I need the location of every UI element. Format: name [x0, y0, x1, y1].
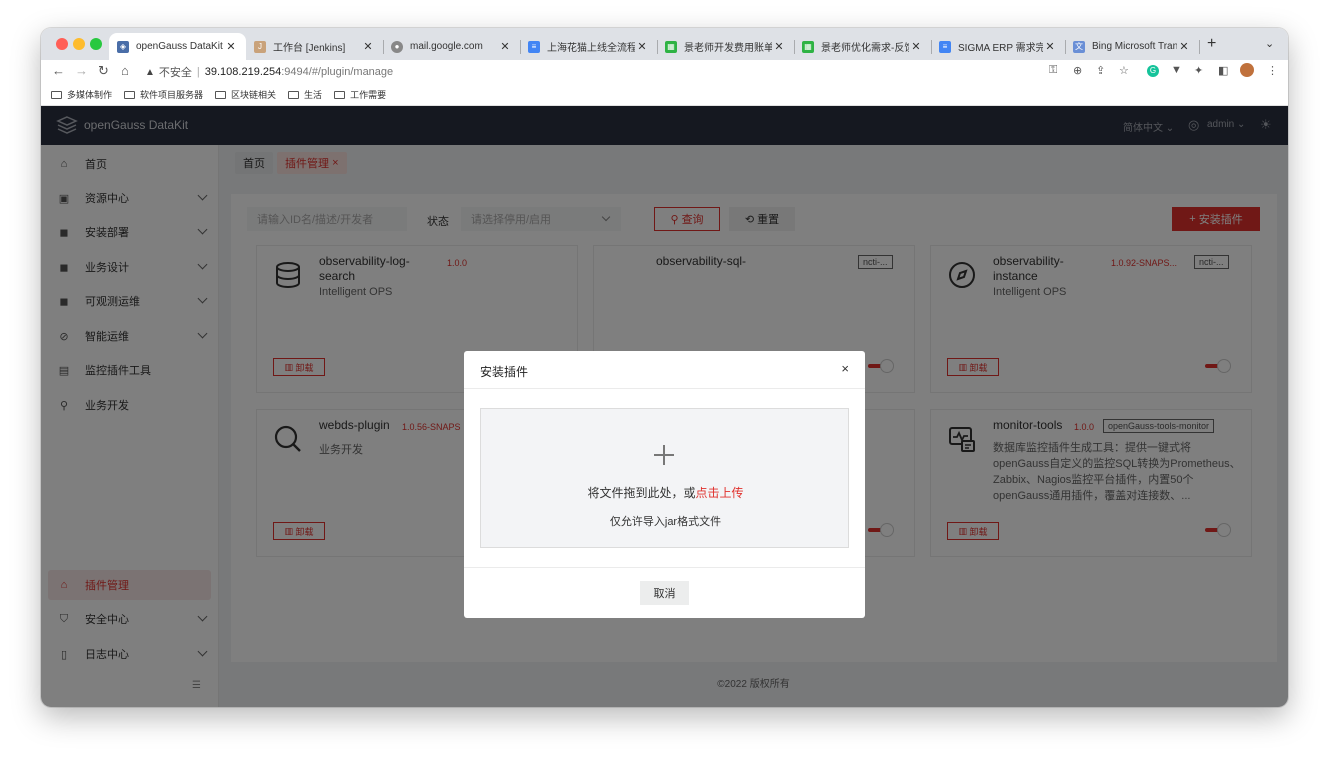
- close-tab-icon[interactable]: ✕: [1177, 40, 1191, 53]
- close-tab-icon[interactable]: ✕: [772, 40, 786, 53]
- close-tab-icon[interactable]: ✕: [361, 40, 375, 53]
- close-tab-icon[interactable]: ✕: [1043, 40, 1057, 53]
- bookmark-label: 多媒体制作: [67, 90, 113, 100]
- side-panel-icon[interactable]: ◧: [1218, 64, 1228, 77]
- extensions-puzzle-icon[interactable]: ✦: [1194, 64, 1203, 77]
- folder-icon: [334, 90, 346, 99]
- browser-toolbar: ← → ↻ ⌂ ▲ 不安全 | 39.108.219.254 :9494/#/p…: [41, 60, 1288, 84]
- back-arrow-icon[interactable]: ←: [52, 63, 65, 78]
- bookmark-label: 区块链相关: [231, 90, 277, 100]
- close-window-button[interactable]: [56, 38, 68, 50]
- browser-window: ◈ openGauss DataKit ✕ J 工作台 [Jenkins] ✕ …: [41, 28, 1288, 707]
- folder-icon: [288, 90, 300, 99]
- tab-search-chevron-icon[interactable]: ⌄: [1265, 37, 1274, 50]
- tab-title: 景老师开发费用账单 -: [684, 43, 772, 54]
- reload-icon[interactable]: ↻: [98, 63, 109, 79]
- url-path: :9494/#/plugin/manage: [281, 66, 394, 78]
- new-tab-button[interactable]: +: [1207, 35, 1216, 53]
- key-icon[interactable]: ⚿: [1049, 64, 1057, 77]
- plus-icon: [654, 445, 674, 465]
- sheets-favicon-icon: ▦: [802, 40, 814, 53]
- upload-hint: 仅允许导入jar格式文件: [609, 516, 722, 528]
- cancel-button[interactable]: 取消: [640, 581, 689, 605]
- profile-avatar[interactable]: [1240, 63, 1254, 77]
- folder-icon: [51, 90, 62, 99]
- tab-title: 工作台 [Jenkins]: [273, 43, 346, 54]
- close-tab-icon[interactable]: ✕: [224, 40, 238, 53]
- minimize-window-button[interactable]: [73, 38, 85, 50]
- datakit-app: openGauss DataKit 简体中文 ⌄ ◎ admin ⌄ ☀ ⌂首页…: [41, 106, 1288, 707]
- share-icon[interactable]: ⇪: [1096, 64, 1105, 77]
- browser-tab-sheet-1[interactable]: ▦ 景老师开发费用账单 - ✕: [657, 33, 794, 60]
- close-tab-icon[interactable]: ✕: [635, 40, 649, 53]
- bookmark-folder[interactable]: 区块链相关: [215, 88, 276, 101]
- cancel-label: 取消: [653, 588, 676, 600]
- bookmark-folder[interactable]: 多媒体制作: [51, 88, 112, 101]
- globe-favicon-icon: ●: [391, 40, 403, 53]
- bookmark-label: 软件项目服务器: [140, 90, 204, 100]
- kebab-menu-icon[interactable]: ⋮: [1267, 64, 1278, 77]
- forward-arrow-icon[interactable]: →: [75, 63, 88, 78]
- browser-tab-doc-2[interactable]: ≡ SIGMA ERP 需求完整 ✕: [931, 33, 1065, 60]
- browser-tab-sheet-2[interactable]: ▦ 景老师优化需求-反馈- ✕: [794, 33, 931, 60]
- datakit-favicon-icon: ◈: [117, 40, 129, 53]
- tab-title: openGauss DataKit: [136, 41, 223, 52]
- upload-dropzone[interactable]: 将文件拖到此处，或点击上传 仅允许导入jar格式文件: [480, 408, 849, 548]
- drop-text: 将文件拖到此处，或: [587, 486, 696, 500]
- bookmark-folder[interactable]: 软件项目服务器: [124, 88, 203, 101]
- close-tab-icon[interactable]: ✕: [498, 40, 512, 53]
- bookmark-label: 生活: [304, 90, 323, 100]
- grammarly-extension-icon[interactable]: G: [1147, 65, 1159, 77]
- zoom-icon[interactable]: ⊕: [1073, 64, 1082, 77]
- docs-favicon-icon: ≡: [528, 40, 540, 53]
- warning-triangle-icon[interactable]: ▲: [145, 67, 155, 78]
- upload-link[interactable]: 点击上传: [696, 486, 744, 500]
- maximize-window-button[interactable]: [90, 38, 102, 50]
- address-bar[interactable]: ▲ 不安全 | 39.108.219.254 :9494/#/plugin/ma…: [145, 61, 1145, 83]
- tab-title: 上海花猫上线全流程 -: [547, 43, 635, 54]
- browser-tab-jenkins[interactable]: J 工作台 [Jenkins] ✕: [246, 33, 383, 60]
- install-plugin-dialog: 安装插件 × 将文件拖到此处，或点击上传 仅允许导入jar格式文件 取消: [464, 351, 865, 618]
- tab-title: mail.google.com: [410, 41, 483, 52]
- bookmark-folder[interactable]: 生活: [288, 88, 322, 101]
- tab-strip: ◈ openGauss DataKit ✕ J 工作台 [Jenkins] ✕ …: [41, 28, 1288, 60]
- star-icon[interactable]: ☆: [1119, 64, 1129, 77]
- browser-tab-doc-1[interactable]: ≡ 上海花猫上线全流程 - ✕: [520, 33, 657, 60]
- tab-title: 景老师优化需求-反馈-: [821, 43, 909, 54]
- url-host: 39.108.219.254: [204, 66, 282, 78]
- browser-tab-gmail[interactable]: ● mail.google.com ✕: [383, 33, 520, 60]
- tab-title: Bing Microsoft Transl: [1092, 41, 1177, 52]
- close-tab-icon[interactable]: ✕: [909, 40, 923, 53]
- browser-tab-bing[interactable]: 文 Bing Microsoft Transl ✕: [1065, 33, 1199, 60]
- sheets-favicon-icon: ▦: [665, 40, 677, 53]
- bookmark-label: 工作需要: [350, 90, 387, 100]
- jenkins-favicon-icon: J: [254, 40, 266, 53]
- bookmark-folder[interactable]: 工作需要: [334, 88, 386, 101]
- dialog-title: 安装插件: [480, 365, 529, 379]
- bookmarks-bar: 多媒体制作 软件项目服务器 区块链相关 生活 工作需要: [41, 84, 1288, 106]
- tab-title: SIGMA ERP 需求完整: [958, 43, 1043, 54]
- docs-favicon-icon: ≡: [939, 40, 951, 53]
- security-label[interactable]: 不安全: [159, 64, 192, 80]
- close-icon[interactable]: ×: [841, 361, 849, 376]
- home-icon[interactable]: ⌂: [121, 63, 129, 78]
- folder-icon: [124, 90, 136, 99]
- browser-tab-datakit[interactable]: ◈ openGauss DataKit ✕: [109, 33, 246, 60]
- translator-favicon-icon: 文: [1073, 40, 1085, 53]
- dropzone-instruction: 将文件拖到此处，或点击上传: [481, 484, 850, 501]
- folder-icon: [215, 90, 227, 99]
- vpn-extension-icon[interactable]: ▼: [1171, 64, 1182, 76]
